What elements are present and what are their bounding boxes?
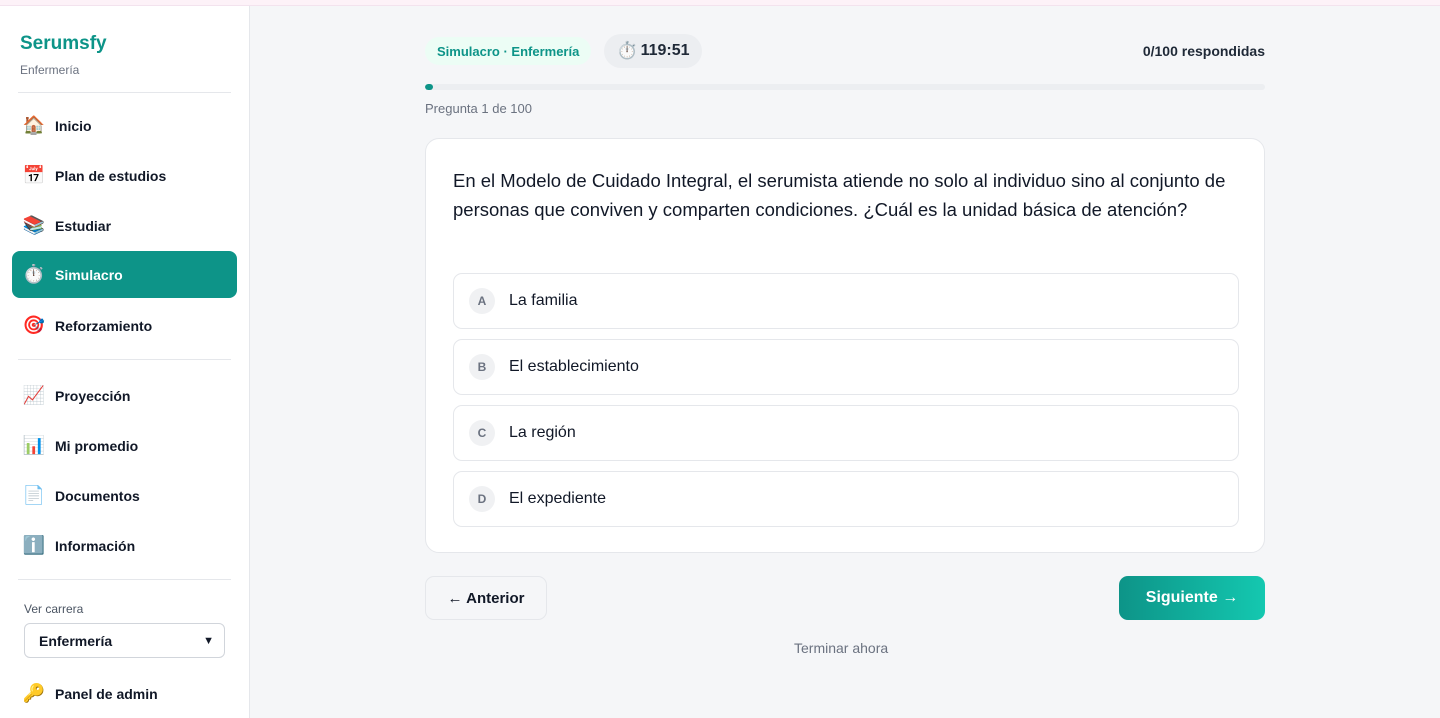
- document-icon: 📄: [22, 485, 46, 505]
- option-letter: C: [469, 420, 495, 446]
- sidebar-divider: [18, 359, 231, 360]
- exam-timer: ⏱️ 119:51: [604, 34, 702, 68]
- target-icon: 🎯: [22, 315, 46, 335]
- sidebar-item-mi-promedio[interactable]: 📊 Mi promedio: [12, 422, 237, 469]
- progress-bar: [425, 84, 1265, 90]
- question-text: En el Modelo de Cuidado Integral, el ser…: [453, 170, 1226, 220]
- bar-chart-icon: 📊: [22, 435, 46, 455]
- sidebar-item-informacion[interactable]: ℹ️ Información: [12, 522, 237, 569]
- sidebar-item-simulacro[interactable]: ⏱️ Simulacro: [12, 251, 237, 298]
- sidebar-item-label: Información: [55, 537, 136, 554]
- career-select-value: Enfermería: [39, 632, 113, 649]
- brand-logo[interactable]: Serumsfy: [20, 33, 107, 55]
- career-select[interactable]: Enfermería ▼: [24, 623, 225, 658]
- option-letter: D: [469, 486, 495, 512]
- sidebar-item-label: Estudiar: [55, 217, 112, 234]
- books-icon: 📚: [22, 215, 46, 235]
- house-icon: 🏠: [22, 115, 46, 135]
- option-letter: A: [469, 288, 495, 314]
- answer-option-a[interactable]: A La familia: [453, 273, 1239, 329]
- finish-now-link[interactable]: Terminar ahora: [794, 640, 888, 656]
- sidebar: Serumsfy Enfermería 🏠 Inicio 📅 Plan de e…: [0, 6, 250, 718]
- info-icon: ℹ️: [22, 535, 46, 555]
- sidebar-item-plan-de-estudios[interactable]: 📅 Plan de estudios: [12, 152, 237, 199]
- sidebar-item-inicio[interactable]: 🏠 Inicio: [12, 102, 237, 149]
- sidebar-item-estudiar[interactable]: 📚 Estudiar: [12, 202, 237, 249]
- question-card: En el Modelo de Cuidado Integral, el ser…: [425, 138, 1265, 553]
- sidebar-item-proyeccion[interactable]: 📈 Proyección: [12, 372, 237, 419]
- chevron-down-icon: ▼: [203, 634, 214, 647]
- sidebar-item-label: Proyección: [55, 387, 131, 404]
- career-select-label: Ver carrera: [24, 602, 84, 616]
- brand-subtitle: Enfermería: [20, 63, 80, 77]
- sidebar-item-reforzamiento[interactable]: 🎯 Reforzamiento: [12, 302, 237, 349]
- option-text: La región: [509, 424, 576, 441]
- exam-mode-badge: Simulacro · Enfermería: [425, 37, 592, 65]
- sidebar-divider: [18, 92, 231, 93]
- sidebar-item-label: Simulacro: [55, 266, 123, 283]
- sidebar-item-label: Inicio: [55, 117, 92, 134]
- answer-option-c[interactable]: C La región: [453, 405, 1239, 461]
- question-counter: Pregunta 1 de 100: [425, 101, 532, 116]
- progress-fill: [425, 84, 434, 90]
- sidebar-item-label: Plan de estudios: [55, 167, 167, 184]
- stopwatch-icon: ⏱️: [22, 264, 46, 284]
- answer-option-b[interactable]: B El establecimiento: [453, 339, 1239, 395]
- sidebar-item-label: Panel de admin: [55, 685, 158, 702]
- answer-option-d[interactable]: D El expediente: [453, 471, 1239, 527]
- sidebar-divider: [18, 579, 231, 580]
- option-letter: B: [469, 354, 495, 380]
- sidebar-item-documentos[interactable]: 📄 Documentos: [12, 472, 237, 519]
- key-icon: 🔑: [22, 683, 46, 703]
- sidebar-item-label: Reforzamiento: [55, 317, 153, 334]
- sidebar-item-label: Documentos: [55, 487, 140, 504]
- previous-button[interactable]: ← Anterior: [425, 576, 547, 620]
- sidebar-item-label: Mi promedio: [55, 437, 139, 454]
- calendar-icon: 📅: [22, 165, 46, 185]
- timer-value: 119:51: [640, 42, 690, 59]
- option-text: El establecimiento: [509, 358, 639, 375]
- next-button[interactable]: Siguiente →: [1119, 576, 1265, 620]
- answered-count: 0/100 respondidas: [1142, 43, 1265, 59]
- sidebar-item-admin[interactable]: 🔑 Panel de admin: [12, 670, 237, 717]
- option-text: El expediente: [509, 490, 606, 507]
- stopwatch-icon: ⏱️: [616, 41, 638, 60]
- option-text: La familia: [509, 292, 578, 309]
- chart-increasing-icon: 📈: [22, 385, 46, 405]
